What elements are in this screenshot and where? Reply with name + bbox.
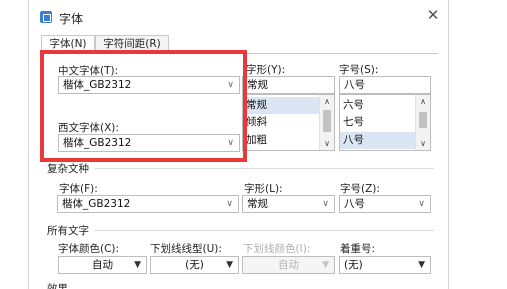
western-font-label: 西文字体(X): [58,122,119,134]
font-color-label: 字体颜色(C): [58,243,120,255]
underline-color-select: 自动 ▼ [242,256,335,274]
chevron-down-icon: ∨ [418,199,425,209]
all-text-heading: 所有文字 [47,225,89,237]
tab-font[interactable]: 字体(N) [41,35,95,53]
caret-down-icon: ▼ [322,260,329,270]
chevron-down-icon: ∨ [227,138,234,148]
underline-color-value: 自动 [278,259,299,271]
close-icon[interactable]: ✕ [424,6,442,24]
size-listbox[interactable]: 六号 七号 八号 ∧ ∨ [339,94,431,151]
section-divider [95,168,434,169]
caret-down-icon: ▼ [418,260,425,270]
title-bar: 字体 ✕ [29,0,450,30]
western-font-value: 楷体_GB2312 [63,137,132,149]
emphasis-label: 着重号: [340,243,376,255]
complex-size-value: 八号 [344,198,365,210]
emphasis-value: (无) [344,259,363,271]
scroll-down-icon[interactable]: ∨ [320,139,334,148]
complex-size-label: 字号(Z): [340,183,380,195]
scroll-thumb[interactable] [323,110,331,132]
western-font-select[interactable]: 楷体_GB2312 ∨ [58,134,240,152]
chevron-down-icon: ∨ [226,199,233,209]
complex-font-select[interactable]: 楷体_GB2312 ∨ [57,195,239,213]
complex-font-label: 字体(F): [59,183,98,195]
size-option[interactable]: 七号 [340,114,416,131]
underline-type-label: 下划线线型(U): [150,243,222,255]
underline-color-label: 下划线颜色(I): [243,243,311,255]
complex-size-select[interactable]: 八号 ∨ [339,195,431,213]
scroll-up-icon[interactable]: ∧ [416,97,430,106]
underline-type-value: (无) [185,259,204,271]
font-color-value: 自动 [92,259,113,271]
scroll-thumb[interactable] [419,112,427,128]
size-option[interactable]: 八号 [340,132,416,149]
complex-script-heading: 复杂文种 [47,163,89,175]
style-listbox[interactable]: 常规 倾斜 加粗 ∧ ∨ [242,94,335,151]
tab-character-spacing[interactable]: 字符间距(R) [95,35,169,53]
caret-down-icon: ▼ [226,260,233,270]
chinese-font-value: 楷体_GB2312 [63,79,132,91]
complex-style-label: 字形(L): [244,183,283,195]
size-option[interactable]: 六号 [340,97,416,114]
tab-divider [41,53,438,54]
emphasis-select[interactable]: (无) ▼ [339,256,431,274]
scroll-up-icon[interactable]: ∧ [320,97,334,106]
effects-heading: 效果 [47,283,68,289]
font-dialog: 字体 ✕ 字体(N) 字符间距(R) 中文字体(T): 楷体_GB2312 ∨ … [28,0,449,289]
chevron-down-icon: ∨ [227,80,234,90]
app-icon [40,11,52,23]
font-color-select[interactable]: 自动 ▼ [58,256,147,274]
complex-style-value: 常规 [247,198,268,210]
caret-down-icon: ▼ [134,260,141,270]
complex-font-value: 楷体_GB2312 [62,198,131,210]
chinese-font-select[interactable]: 楷体_GB2312 ∨ [58,76,240,94]
chevron-down-icon: ∨ [322,199,329,209]
complex-style-select[interactable]: 常规 ∨ [242,195,335,213]
style-input[interactable]: 常规 [242,76,335,94]
section-divider [95,230,434,231]
style-scrollbar[interactable]: ∧ ∨ [319,95,334,150]
style-option[interactable]: 常规 [243,97,320,114]
style-option[interactable]: 加粗 [243,132,320,149]
underline-type-select[interactable]: (无) ▼ [150,256,239,274]
style-option[interactable]: 倾斜 [243,114,320,131]
size-input[interactable]: 八号 [339,76,431,94]
dialog-title: 字体 [59,12,84,26]
scroll-down-icon[interactable]: ∨ [416,139,430,148]
size-label: 字号(S): [339,64,379,76]
style-label: 字形(Y): [246,64,286,76]
size-scrollbar[interactable]: ∧ ∨ [415,95,430,150]
